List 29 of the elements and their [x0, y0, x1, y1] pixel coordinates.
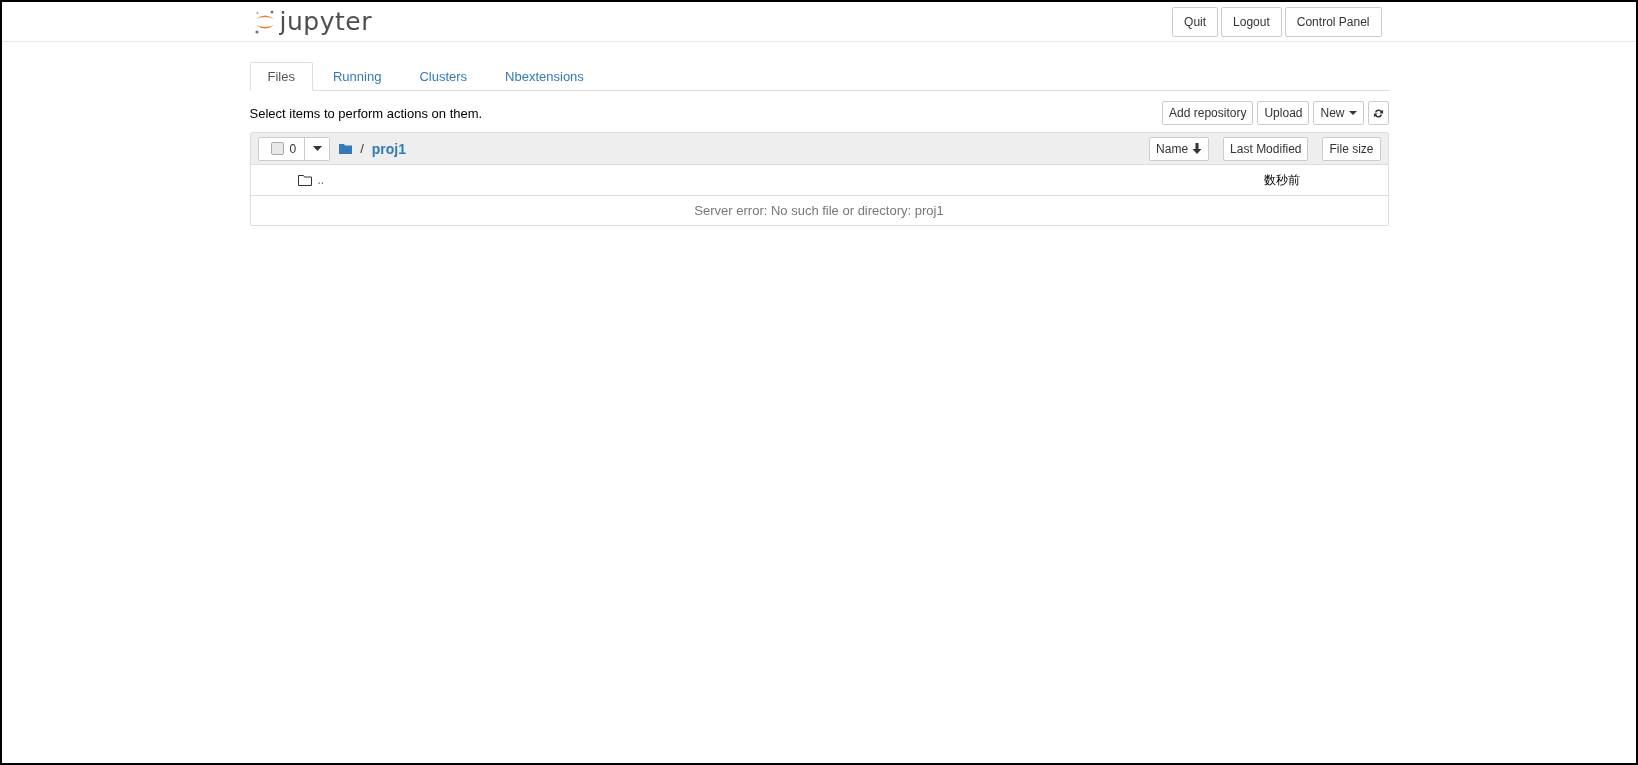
selected-count: 0	[289, 141, 297, 156]
toolbar-button[interactable]: Add repository	[1162, 101, 1254, 125]
refresh-icon	[1372, 107, 1384, 119]
header-button[interactable]: Control Panel	[1284, 6, 1382, 37]
tab[interactable]: Running	[314, 62, 400, 91]
header-button[interactable]: Logout	[1221, 6, 1282, 37]
caret-icon	[1348, 111, 1357, 115]
file-link[interactable]: ..	[317, 173, 1264, 187]
sort-button[interactable]: File size	[1322, 136, 1381, 161]
folder-icon	[297, 174, 312, 186]
modified-time: 数秒前	[1263, 171, 1301, 189]
sort-button[interactable]: Last Modified	[1223, 136, 1309, 161]
error-message: Server error: No such file or directory: proj1	[693, 202, 945, 220]
select-all-checkbox[interactable]	[270, 142, 284, 155]
refresh-button[interactable]	[1367, 101, 1389, 125]
tab[interactable]: Files	[249, 62, 313, 91]
breadcrumb-link[interactable]: proj1	[371, 140, 407, 157]
instruction-text: Select items to perform actions on them.	[249, 105, 484, 121]
folder-icon	[339, 143, 353, 154]
jupyter-logo-text[interactable]: jupyter	[279, 7, 372, 36]
tab[interactable]: Clusters	[401, 62, 486, 91]
sort-button[interactable]: Name	[1149, 136, 1210, 161]
header-button[interactable]: Quit	[1172, 6, 1219, 37]
breadcrumb-separator[interactable]: /	[360, 141, 364, 156]
tab[interactable]: Nbextensions	[487, 62, 602, 91]
toolbar-button[interactable]: New	[1313, 101, 1364, 125]
jupyter-logo-icon	[254, 10, 274, 34]
select-all-control[interactable]: 0	[257, 136, 331, 161]
toolbar-button[interactable]: Upload	[1257, 101, 1310, 125]
